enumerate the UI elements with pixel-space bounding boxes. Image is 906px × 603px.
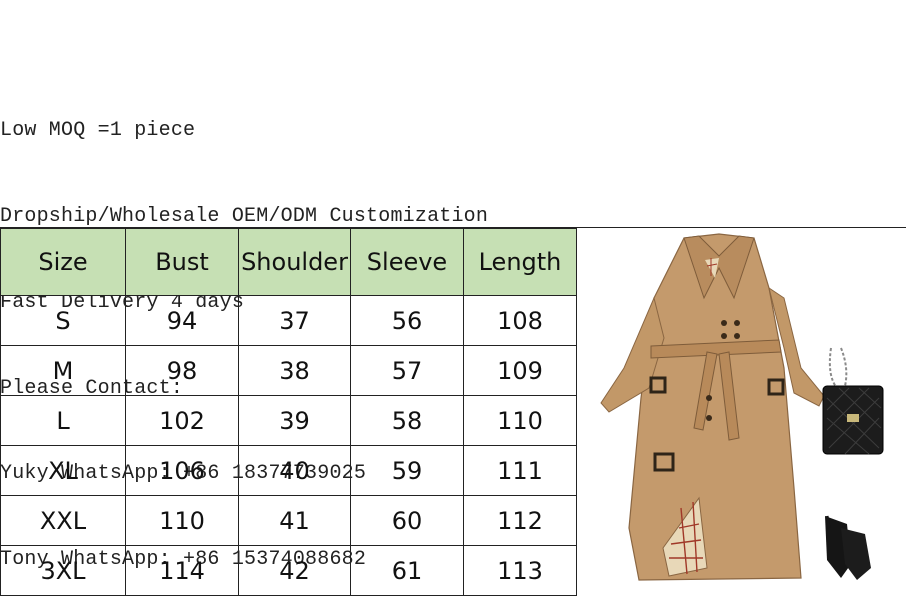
cell-bust: 106 xyxy=(125,445,239,496)
cell-size: XXL xyxy=(0,495,126,546)
cell-sleeve: 61 xyxy=(350,545,464,596)
size-chart-table: Size Bust Shoulder Sleeve Length S 94 37… xyxy=(0,228,577,596)
trench-coat-illustration xyxy=(600,233,884,581)
header-shoulder: Shoulder xyxy=(238,228,351,296)
table-row: 3XL 114 42 61 113 xyxy=(0,545,577,596)
cell-bust: 114 xyxy=(125,545,239,596)
header-length: Length xyxy=(463,228,577,296)
trench-coat-image xyxy=(600,233,825,581)
cell-length: 111 xyxy=(463,445,577,496)
table-row: L 102 39 58 110 xyxy=(0,395,577,446)
cell-shoulder: 41 xyxy=(238,495,351,546)
header-size: Size xyxy=(0,228,126,296)
table-row: XL 106 40 59 111 xyxy=(0,445,577,496)
cell-length: 109 xyxy=(463,345,577,396)
header-sleeve: Sleeve xyxy=(350,228,464,296)
cell-length: 113 xyxy=(463,545,577,596)
cell-bust: 98 xyxy=(125,345,239,396)
cell-sleeve: 58 xyxy=(350,395,464,446)
header-bust: Bust xyxy=(125,228,239,296)
product-photo xyxy=(579,228,906,596)
cell-size: M xyxy=(0,345,126,396)
cell-shoulder: 42 xyxy=(238,545,351,596)
cell-size: L xyxy=(0,395,126,446)
table-row: XXL 110 41 60 112 xyxy=(0,495,577,546)
cell-shoulder: 37 xyxy=(238,295,351,346)
cell-bust: 110 xyxy=(125,495,239,546)
black-heels-image xyxy=(825,515,871,580)
table-row: S 94 37 56 108 xyxy=(0,295,577,346)
cell-sleeve: 56 xyxy=(350,295,464,346)
table-row: M 98 38 57 109 xyxy=(0,345,577,396)
cell-shoulder: 38 xyxy=(238,345,351,396)
cell-sleeve: 59 xyxy=(350,445,464,496)
cell-size: S xyxy=(0,295,126,346)
size-chart-header-row: Size Bust Shoulder Sleeve Length xyxy=(0,228,577,296)
cell-shoulder: 39 xyxy=(238,395,351,446)
cell-sleeve: 60 xyxy=(350,495,464,546)
cell-size: 3XL xyxy=(0,545,126,596)
cell-length: 108 xyxy=(463,295,577,346)
cell-bust: 94 xyxy=(125,295,239,346)
chain-handbag-image xyxy=(822,347,884,455)
cell-sleeve: 57 xyxy=(350,345,464,396)
info-line-moq: Low MOQ =1 piece xyxy=(0,119,196,143)
cell-bust: 102 xyxy=(125,395,239,446)
cell-shoulder: 40 xyxy=(238,445,351,496)
cell-size: XL xyxy=(0,445,126,496)
cell-length: 110 xyxy=(463,395,577,446)
cell-length: 112 xyxy=(463,495,577,546)
